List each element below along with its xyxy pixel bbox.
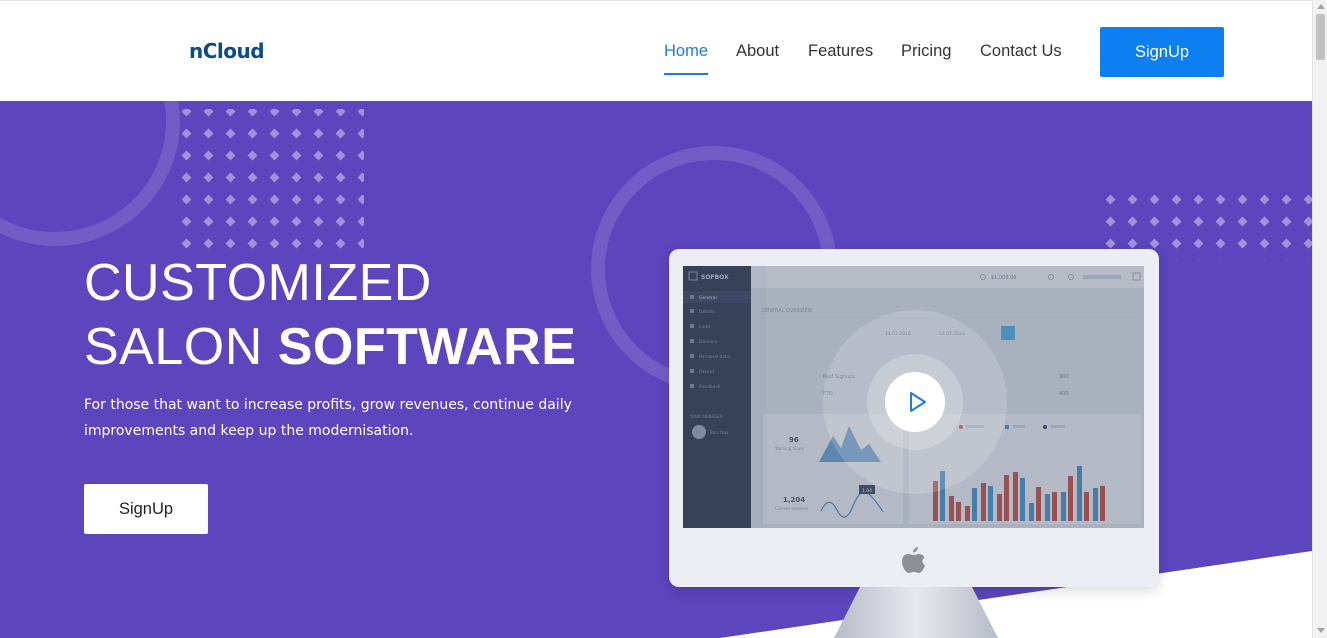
hero-subtext: For those that want to increase profits,… (84, 397, 572, 439)
site-header: nCloud Home About Features Pricing Conta… (0, 0, 1312, 101)
hero-signup-button[interactable]: SignUp (84, 484, 208, 534)
play-video-button[interactable] (885, 372, 945, 432)
nav-about[interactable]: About (736, 42, 779, 61)
video-play-overlay (822, 309, 1008, 495)
nav-features[interactable]: Features (808, 42, 873, 61)
nav-pricing[interactable]: Pricing (901, 42, 951, 61)
scrollbar-thumb[interactable] (1316, 14, 1325, 60)
monitor-stand (834, 587, 998, 638)
header-signup-button[interactable]: SignUp (1100, 27, 1224, 77)
nav-contact-us[interactable]: Contact Us (980, 42, 1062, 61)
apple-logo-icon (902, 547, 925, 573)
headline-regular: SALON (84, 318, 278, 376)
site-logo[interactable]: nCloud (189, 39, 265, 63)
scroll-up-arrow-icon[interactable] (1317, 4, 1325, 9)
vertical-scrollbar[interactable] (1312, 0, 1327, 638)
hero-headline: CUSTOMIZED SALON SOFTWARE (84, 251, 576, 379)
hero-section: CUSTOMIZED SALON SOFTWARE For those that… (0, 101, 1312, 638)
headline-line1: CUSTOMIZED (84, 254, 432, 312)
nav-home[interactable]: Home (664, 42, 709, 75)
play-icon (910, 392, 926, 412)
scroll-down-arrow-icon[interactable] (1317, 628, 1325, 633)
headline-bold: SOFTWARE (277, 318, 577, 376)
headline-line2: SALON SOFTWARE (84, 315, 576, 379)
